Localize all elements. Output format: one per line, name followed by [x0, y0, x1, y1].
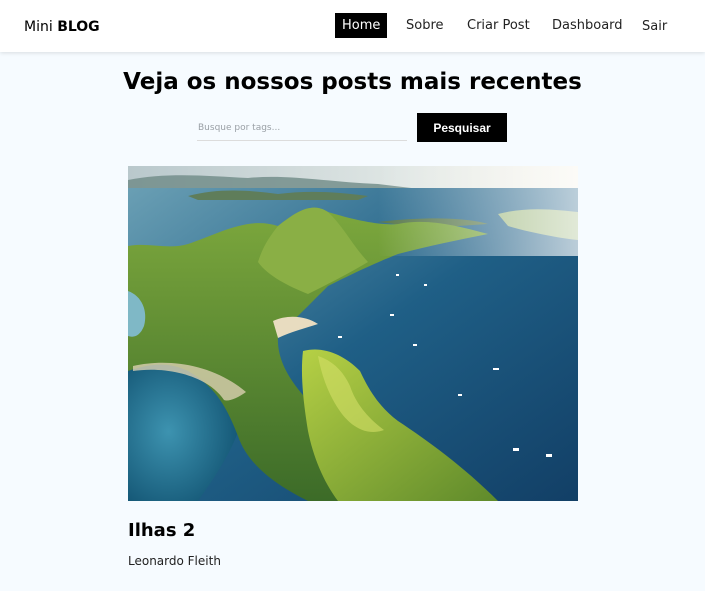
search-button[interactable]: Pesquisar	[417, 113, 507, 142]
nav-dashboard[interactable]: Dashboard	[552, 13, 623, 38]
search-input[interactable]	[197, 115, 407, 141]
nav-sobre[interactable]: Sobre	[406, 13, 444, 38]
nav-sair[interactable]: Sair	[642, 14, 667, 39]
post-title[interactable]: Ilhas 2	[128, 518, 195, 544]
nav-home[interactable]: Home	[335, 13, 388, 38]
brand-light: Mini	[24, 19, 53, 35]
brand-logo[interactable]: Mini BLOG	[24, 17, 100, 37]
page-title: Veja os nossos posts mais recentes	[123, 69, 582, 95]
post-author: Leonardo Fleith	[128, 554, 221, 568]
brand-bold: BLOG	[57, 19, 100, 35]
navbar: Mini BLOG Home Sobre Criar Post Dashboar…	[0, 0, 705, 52]
nav-criar-post[interactable]: Criar Post	[467, 13, 530, 38]
post-image[interactable]	[128, 166, 578, 501]
